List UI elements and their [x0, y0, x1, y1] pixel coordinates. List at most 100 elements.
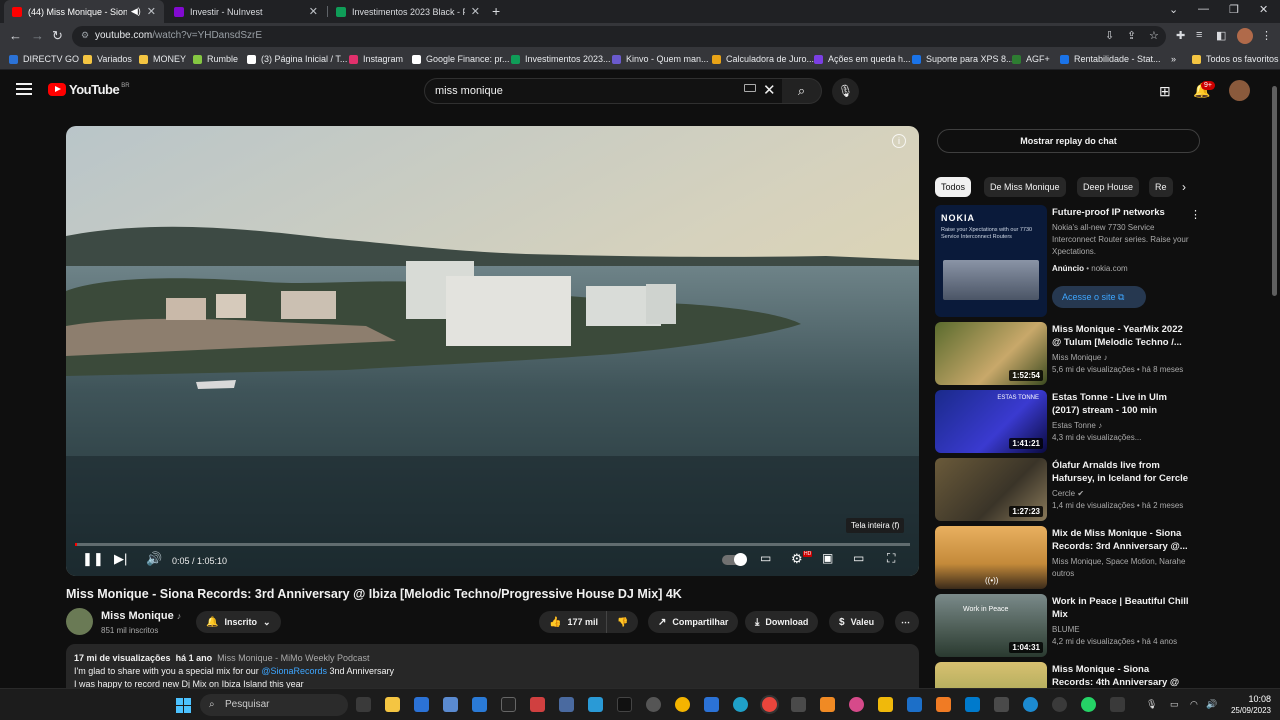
- calculator-icon[interactable]: [791, 697, 806, 712]
- install-app-icon[interactable]: ⇩: [1105, 29, 1114, 42]
- pause-icon[interactable]: ❚❚: [82, 551, 104, 567]
- display-tray-icon[interactable]: ▭: [1170, 699, 1179, 710]
- bookmark-acoes[interactable]: Ações em queda h...: [814, 54, 911, 64]
- bookmark-suporte[interactable]: Suporte para XPS 8...: [912, 54, 1014, 64]
- search-input[interactable]: [435, 85, 735, 97]
- url-text[interactable]: youtube.com/watch?v=YHDansdSzrE: [95, 30, 262, 41]
- voice-search-button[interactable]: 🎙: [832, 78, 859, 105]
- bookmark-calculadora[interactable]: Calculadora de Juro...: [712, 54, 814, 64]
- edge-icon[interactable]: [733, 697, 748, 712]
- close-window-icon[interactable]: ✕: [1259, 3, 1268, 16]
- youtube-logo[interactable]: YouTube BR: [48, 82, 130, 97]
- ad-more-options-icon[interactable]: ⋮: [1190, 208, 1201, 221]
- new-tab-button[interactable]: +: [492, 3, 500, 19]
- weather-icon[interactable]: [675, 697, 690, 712]
- search-button[interactable]: ⌕: [782, 78, 822, 104]
- video-title-link[interactable]: Miss Monique - YearMix 2022 @ Tulum [Mel…: [1052, 323, 1192, 349]
- bookmark-agf[interactable]: AGF+: [1012, 54, 1050, 64]
- wifi-icon[interactable]: ◠: [1190, 699, 1198, 710]
- chip-deep-house[interactable]: Deep House: [1077, 177, 1140, 197]
- reading-list-icon[interactable]: ≡: [1196, 29, 1202, 41]
- video-channel[interactable]: Estas Tonne ♪: [1052, 420, 1197, 432]
- settings-gear-icon[interactable]: ⚙: [791, 551, 803, 567]
- sublime-icon[interactable]: [936, 697, 951, 712]
- channel-name[interactable]: Miss Monique ♪: [101, 610, 181, 622]
- create-video-icon[interactable]: ⊞: [1159, 83, 1171, 100]
- bookmark-kinvo[interactable]: Kinvo - Quem man...: [612, 54, 709, 64]
- calendar-icon[interactable]: [704, 697, 719, 712]
- chip-from-channel[interactable]: De Miss Monique: [984, 177, 1066, 197]
- bookmark-instagram[interactable]: Instagram: [349, 54, 403, 64]
- share-button[interactable]: ↗ Compartilhar: [648, 611, 739, 633]
- ad-title[interactable]: Future-proof IP networks: [1052, 206, 1192, 219]
- video-info-icon[interactable]: i: [892, 134, 906, 148]
- video-thumbnail[interactable]: 1:27:23: [935, 458, 1047, 521]
- dislike-button[interactable]: 👎: [606, 611, 639, 633]
- video-title-link[interactable]: Ólafur Arnalds live from Hafursey, in Ic…: [1052, 459, 1192, 485]
- chevron-right-icon[interactable]: ›: [1182, 180, 1186, 194]
- app-icon[interactable]: [1110, 697, 1125, 712]
- bookmark-folder-variados[interactable]: Variados: [83, 54, 132, 64]
- mix-thumbnail[interactable]: ((•)): [935, 526, 1047, 589]
- progress-bar[interactable]: [75, 543, 910, 546]
- paint-icon[interactable]: [849, 697, 864, 712]
- tab-investimentos[interactable]: Investimentos 2023 Black - Plan ✕: [328, 0, 488, 23]
- binance-icon[interactable]: [878, 697, 893, 712]
- podcast-link[interactable]: Miss Monique - MiMo Weekly Podcast: [217, 653, 369, 663]
- volume-icon[interactable]: 🔊: [146, 551, 162, 567]
- app-icon[interactable]: [907, 697, 922, 712]
- bookmark-directv[interactable]: DIRECTV GO: [9, 54, 79, 64]
- virtual-keyboard-icon[interactable]: [744, 84, 756, 92]
- chip-truncated[interactable]: Re: [1149, 177, 1173, 197]
- microphone-tray-icon[interactable]: 🎙: [1146, 699, 1157, 710]
- file-explorer-icon[interactable]: [385, 697, 400, 712]
- task-view-icon[interactable]: [356, 697, 371, 712]
- clock-app-icon[interactable]: [646, 697, 661, 712]
- video-title-link[interactable]: Work in Peace | Beautiful Chill Mix: [1052, 595, 1192, 621]
- bookmark-google-finance[interactable]: Google Finance: pr...: [412, 54, 510, 64]
- clock-date[interactable]: 25/09/2023: [1223, 706, 1271, 715]
- photos-icon[interactable]: [443, 697, 458, 712]
- show-chat-replay-button[interactable]: Mostrar replay do chat: [937, 129, 1200, 153]
- vscode-icon[interactable]: [965, 697, 980, 712]
- more-actions-button[interactable]: ⋯: [895, 611, 919, 633]
- page-scrollbar[interactable]: [1272, 86, 1277, 296]
- tiktok-icon[interactable]: [617, 697, 632, 712]
- autoplay-toggle[interactable]: [722, 553, 747, 566]
- volume-tray-icon[interactable]: 🔊: [1206, 699, 1217, 710]
- settings-icon[interactable]: [559, 697, 574, 712]
- taskbar-search[interactable]: ⌕ Pesquisar: [200, 694, 348, 716]
- channel-mention-link[interactable]: @SionaRecords: [261, 666, 327, 676]
- tab-search-icon[interactable]: ⌄: [1169, 3, 1178, 16]
- back-icon[interactable]: ←: [9, 28, 22, 43]
- maximize-icon[interactable]: ❐: [1229, 3, 1239, 16]
- share-icon[interactable]: ⇪: [1127, 29, 1136, 42]
- forward-icon[interactable]: →: [31, 28, 44, 43]
- notepad-icon[interactable]: [472, 697, 487, 712]
- channel-avatar[interactable]: [66, 608, 93, 635]
- snipping-tool-icon[interactable]: [530, 697, 545, 712]
- video-channel[interactable]: Cercle ✔: [1052, 488, 1197, 500]
- close-tab-icon[interactable]: ✕: [471, 5, 480, 18]
- power-bi-icon[interactable]: [820, 697, 835, 712]
- subtitles-icon[interactable]: ▭: [760, 551, 771, 565]
- visit-site-button[interactable]: Acesse o site ⧉: [1052, 286, 1146, 308]
- bookmark-star-icon[interactable]: ☆: [1149, 29, 1159, 42]
- site-info-icon[interactable]: ⚙: [81, 30, 89, 41]
- windows-start-icon[interactable]: [176, 698, 191, 713]
- subscribed-button[interactable]: 🔔 Inscrito ⌄: [196, 611, 281, 633]
- side-panel-icon[interactable]: ◧: [1216, 29, 1226, 42]
- theater-mode-icon[interactable]: ▭: [853, 551, 864, 565]
- video-thumbnail[interactable]: Work in Peace 1:04:31: [935, 594, 1047, 657]
- video-thumbnail[interactable]: 1:52:54: [935, 322, 1047, 385]
- bookmark-rumble[interactable]: Rumble: [193, 54, 238, 64]
- account-avatar[interactable]: [1229, 80, 1250, 101]
- store-icon[interactable]: [414, 697, 429, 712]
- video-thumbnail[interactable]: [935, 662, 1047, 688]
- profile-avatar[interactable]: [1237, 28, 1253, 44]
- clear-search-icon[interactable]: ✕: [763, 81, 776, 99]
- whatsapp-icon[interactable]: [1081, 697, 1096, 712]
- chip-all[interactable]: Todos: [935, 177, 972, 197]
- reload-icon[interactable]: ↻: [52, 28, 63, 44]
- bookmark-folder-money[interactable]: MONEY: [139, 54, 186, 64]
